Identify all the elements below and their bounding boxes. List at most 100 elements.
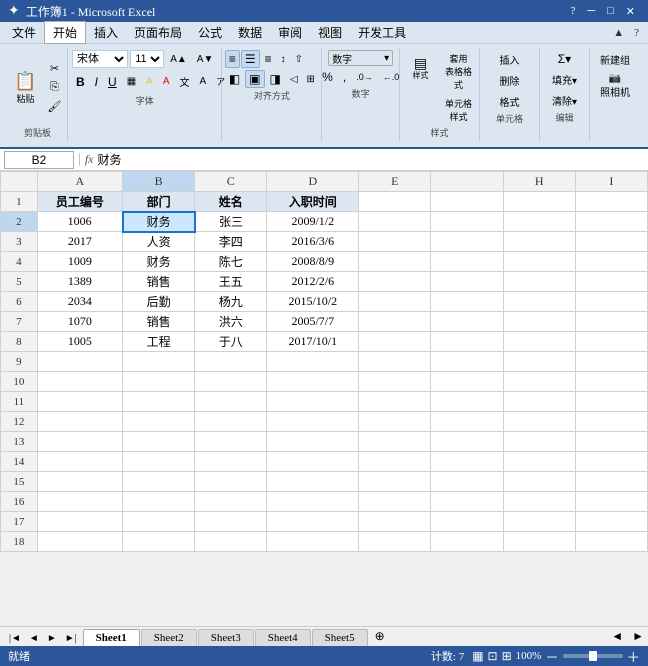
text-direction-btn[interactable]: ↕ [277, 50, 290, 68]
col-header-gap[interactable] [431, 172, 503, 192]
menu-review[interactable]: 审阅 [270, 22, 310, 43]
cell-gap7[interactable] [431, 312, 503, 332]
percent-btn[interactable]: % [318, 68, 337, 86]
cell-gap2[interactable] [431, 212, 503, 232]
align-right-btn[interactable]: ◨ [266, 70, 285, 88]
cut-btn[interactable]: ✂ [44, 60, 66, 77]
cell-i2[interactable] [575, 212, 647, 232]
camera-btn[interactable]: 📷照相机 [596, 71, 634, 101]
header-dept[interactable]: 部门 [123, 192, 195, 212]
cell-h4[interactable] [503, 252, 575, 272]
cell-c5[interactable]: 王五 [195, 272, 267, 292]
cell-i4[interactable] [575, 252, 647, 272]
char-spacing-btn[interactable]: 文 [175, 72, 193, 91]
font-name-select[interactable]: 宋体 [72, 50, 128, 68]
cell-b3[interactable]: 人资 [123, 232, 195, 252]
cell-c7[interactable]: 洪六 [195, 312, 267, 332]
delete-cell-btn[interactable]: 删除 [496, 71, 524, 90]
minimize-btn[interactable]: ─ [582, 5, 600, 18]
align-left-btn[interactable]: ◧ [225, 70, 244, 88]
insert-cell-btn[interactable]: 插入 [496, 50, 524, 69]
cell-b6[interactable]: 后勤 [123, 292, 195, 312]
cell-c3[interactable]: 李四 [195, 232, 267, 252]
cell-e4[interactable] [359, 252, 431, 272]
zoom-out-btn[interactable]: － [545, 647, 558, 666]
wrap-text-btn[interactable]: ⇧ [291, 50, 307, 68]
format-cell-btn[interactable]: 格式 [496, 92, 524, 111]
align-middle-btn[interactable]: ☰ [241, 50, 260, 68]
cell-h7[interactable] [503, 312, 575, 332]
format-painter-btn[interactable]: 🖌 [44, 98, 66, 115]
cell-gap1[interactable] [431, 192, 503, 212]
cell-b4[interactable]: 财务 [123, 252, 195, 272]
increase-decimal-btn[interactable]: .0→ [352, 68, 377, 86]
cell-c6[interactable]: 杨九 [195, 292, 267, 312]
menu-developer[interactable]: 开发工具 [350, 22, 414, 43]
header-employee-id[interactable]: 员工编号 [37, 192, 122, 212]
zoom-slider[interactable] [563, 654, 623, 658]
text-effect-btn[interactable]: A [195, 74, 210, 89]
sheet-nav-first[interactable]: |◄ [6, 633, 24, 644]
decrease-font-btn[interactable]: A▼ [193, 52, 218, 67]
cell-style-btn[interactable]: 单元格样式 [441, 95, 477, 125]
view-normal-btn[interactable]: ▦ [472, 649, 483, 663]
fill-color-btn[interactable]: A [142, 74, 157, 89]
copy-btn[interactable]: ⎘ [44, 79, 66, 96]
clear-btn[interactable]: 清除▾ [548, 91, 581, 110]
italic-btn[interactable]: I [91, 73, 102, 91]
menu-home[interactable]: 开始 [44, 21, 86, 44]
menu-insert[interactable]: 插入 [86, 22, 126, 43]
cell-gap4[interactable] [431, 252, 503, 272]
cell-b5[interactable]: 销售 [123, 272, 195, 292]
cell-h2[interactable] [503, 212, 575, 232]
cell-b2[interactable]: 财务 [123, 212, 195, 232]
col-header-b[interactable]: B [123, 172, 195, 192]
align-top-btn[interactable]: ≡ [225, 50, 240, 68]
header-name[interactable]: 姓名 [195, 192, 267, 212]
fill-btn[interactable]: 填充▾ [548, 70, 581, 89]
menu-file[interactable]: 文件 [4, 22, 44, 43]
cell-e1[interactable] [359, 192, 431, 212]
cell-a8[interactable]: 1005 [37, 332, 122, 352]
col-header-c[interactable]: C [195, 172, 267, 192]
cell-gap8[interactable] [431, 332, 503, 352]
cell-a2[interactable]: 1006 [37, 212, 122, 232]
sheet-tab-4[interactable]: Sheet4 [255, 629, 311, 646]
cell-h6[interactable] [503, 292, 575, 312]
increase-font-btn[interactable]: A▲ [166, 52, 191, 67]
align-bottom-btn[interactable]: ≡ [261, 50, 276, 68]
formula-input[interactable] [97, 151, 644, 169]
cell-h3[interactable] [503, 232, 575, 252]
sheet-scroll-left[interactable]: ◄ [607, 627, 627, 646]
view-break-btn[interactable]: ⊞ [502, 649, 512, 663]
cell-a6[interactable]: 2034 [37, 292, 122, 312]
sheet-tab-2[interactable]: Sheet2 [141, 629, 197, 646]
cell-e3[interactable] [359, 232, 431, 252]
cell-h5[interactable] [503, 272, 575, 292]
help-btn[interactable]: ? [565, 5, 580, 18]
sheet-tab-3[interactable]: Sheet3 [198, 629, 254, 646]
font-size-select[interactable]: 11 [130, 50, 164, 68]
view-page-btn[interactable]: ⊡ [488, 649, 498, 663]
cell-e8[interactable] [359, 332, 431, 352]
merge-btn[interactable]: ⊞ [303, 70, 319, 88]
cell-d8[interactable]: 2017/10/1 [267, 332, 359, 352]
window-controls[interactable]: ? ─ □ ✕ [565, 5, 640, 18]
paste-btn[interactable]: 📋 粘贴 [10, 70, 42, 106]
cell-e2[interactable] [359, 212, 431, 232]
thousands-btn[interactable]: , [339, 68, 350, 86]
cell-d3[interactable]: 2016/3/6 [267, 232, 359, 252]
decrease-indent-btn[interactable]: ◁ [286, 70, 302, 88]
cell-h8[interactable] [503, 332, 575, 352]
cell-i6[interactable] [575, 292, 647, 312]
cell-i5[interactable] [575, 272, 647, 292]
cell-i8[interactable] [575, 332, 647, 352]
zoom-in-btn[interactable]: ＋ [627, 647, 640, 666]
conditional-format-btn[interactable]: ▤ 样式 [403, 50, 439, 86]
cell-d7[interactable]: 2005/7/7 [267, 312, 359, 332]
cell-i3[interactable] [575, 232, 647, 252]
cell-c2[interactable]: 张三 [195, 212, 267, 232]
sheet-scroll-right[interactable]: ► [628, 627, 648, 646]
new-sheet-btn[interactable]: ⊕ [369, 627, 391, 646]
cell-b8[interactable]: 工程 [123, 332, 195, 352]
